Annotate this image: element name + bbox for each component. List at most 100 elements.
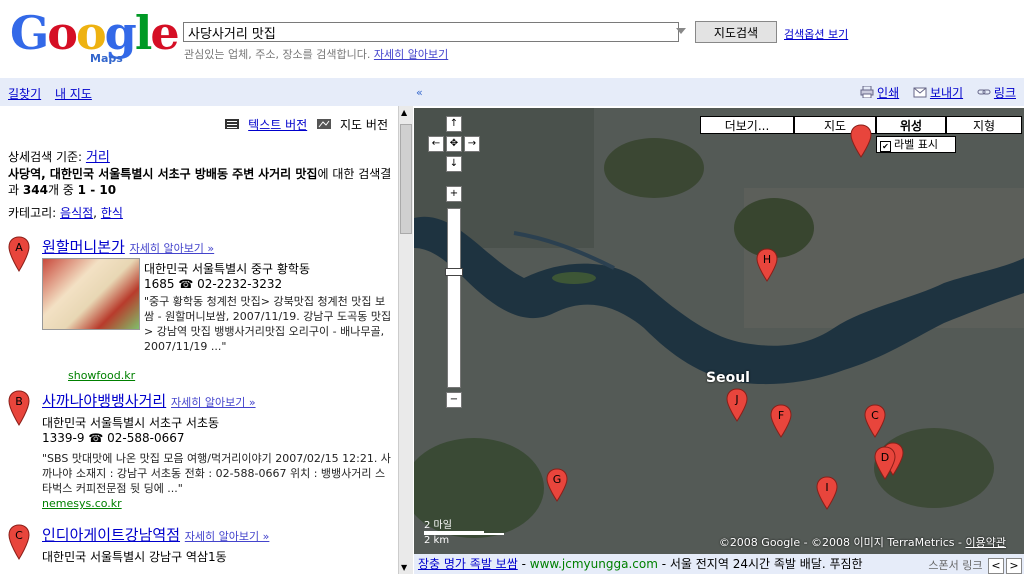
result-address: 대한민국 서울특별시 중구 황학동 [144, 262, 311, 276]
google-maps-logo[interactable]: Google Maps [10, 6, 180, 68]
result-photo[interactable] [42, 258, 140, 330]
map-thumbnail-icon [317, 119, 332, 129]
result-title-link[interactable]: 사까나야뱅뱅사거리 [42, 392, 166, 410]
show-labels-checkbox[interactable]: ✔ 라벨 표시 [876, 136, 956, 153]
result-title: 원할머니본가 자세히 알아보기 » [42, 236, 214, 257]
my-maps-link[interactable]: 내 지도 [55, 87, 92, 101]
result-url[interactable]: nemesys.co.kr [42, 497, 122, 510]
result-address: 대한민국 서울특별시 강남구 역삼1동 [42, 550, 227, 564]
result-url[interactable]: showfood.kr [68, 369, 135, 382]
text-version-button[interactable]: 텍스트 버전 [225, 118, 307, 132]
result-snippet: "중구 황학동 청계천 맛집> 강북맛집 청계천 맛집 보쌈 - 원할머니보쌈,… [144, 295, 392, 353]
map-type-satellite-button[interactable]: 위성 [876, 116, 946, 134]
marker-c-icon[interactable]: C [8, 524, 30, 560]
phone-icon: ☎ [88, 431, 104, 445]
pan-center-icon[interactable]: ✥ [446, 136, 462, 152]
envelope-icon [913, 87, 927, 98]
svg-text:J: J [734, 393, 738, 406]
result-item-a: A 원할머니본가 자세히 알아보기 » 대한민국 서울특별시 중구 황학동 16… [8, 236, 392, 386]
terms-link[interactable]: 이용약관 [966, 536, 1006, 549]
result-phone: 1339-9 ☎ 02-588-0667 [42, 431, 185, 445]
refine-distance-link[interactable]: 거리 [86, 150, 110, 165]
list-icon [225, 119, 240, 129]
logo-wordmark: Google [10, 6, 180, 60]
category-filter: 카테고리: 음식점, 한식 [8, 206, 123, 220]
result-title: 사까나야뱅뱅사거리 자세히 알아보기 » [42, 390, 256, 411]
map-pin-i[interactable]: I [816, 476, 838, 510]
printer-icon [860, 86, 874, 98]
map-view[interactable]: 더보기... 지도 위성 지형 ✔ 라벨 표시 ↑ ← ✥ → ↓ + − H J… [414, 108, 1024, 554]
map-type-terrain-button[interactable]: 지형 [946, 116, 1022, 134]
result-item-c: C 인디아게이트강남역점 자세히 알아보기 » 대한민국 서울특별시 강남구 역… [8, 524, 392, 574]
map-pin-h[interactable]: H [756, 248, 778, 282]
map-version-button[interactable]: 지도 버전 [317, 118, 388, 132]
search-input[interactable] [183, 22, 679, 42]
learn-more-link[interactable]: 자세히 알아보기 [374, 48, 448, 61]
svg-text:I: I [825, 481, 828, 494]
ad-controls: 스폰서 링크 < > [928, 556, 1022, 574]
pan-left-icon[interactable]: ← [428, 136, 444, 152]
category-korean-link[interactable]: 한식 [101, 206, 123, 220]
svg-text:A: A [15, 241, 23, 254]
result-title: 인디아게이트강남역점 자세히 알아보기 » [42, 524, 269, 545]
results-panel: 텍스트 버전 지도 버전 상세검색 기준: 거리 사당역, 대한민국 서울특별시… [0, 108, 398, 574]
ad-title-link[interactable]: 장충 명가 족발 보쌈 [418, 557, 518, 571]
pan-right-icon[interactable]: → [464, 136, 480, 152]
svg-text:G: G [553, 473, 562, 486]
nav-bar: 길찾기 내 지도 « 인쇄 보내기 링크 [0, 78, 1024, 106]
result-more-link[interactable]: 자세히 알아보기 » [130, 242, 215, 255]
map-pin-f[interactable]: F [770, 404, 792, 438]
map-pin-partial[interactable] [850, 124, 872, 158]
more-layers-button[interactable]: 더보기... [700, 116, 794, 134]
result-item-b: B 사까나야뱅뱅사거리 자세히 알아보기 » 대한민국 서울특별시 서초구 서초… [8, 390, 392, 520]
map-pin-g[interactable]: G [546, 468, 568, 502]
collapse-panel-icon[interactable]: « [416, 86, 430, 100]
scroll-up-icon[interactable]: ▲ [401, 108, 407, 117]
dropdown-arrow-icon[interactable] [674, 24, 688, 38]
zoom-slider-thumb[interactable] [445, 268, 463, 276]
zoom-slider-track[interactable] [447, 208, 461, 388]
results-scrollbar[interactable]: ▲ ▼ [398, 106, 413, 574]
svg-text:C: C [871, 409, 879, 422]
zoom-in-icon[interactable]: + [446, 186, 462, 202]
search-options-link[interactable]: 검색옵션 보기 [784, 26, 848, 42]
ad-prev-icon[interactable]: < [988, 558, 1004, 574]
link-button[interactable]: 링크 [977, 86, 1016, 100]
svg-text:D: D [881, 451, 889, 464]
svg-text:C: C [15, 529, 23, 542]
svg-text:F: F [778, 409, 784, 422]
map-pin-d[interactable]: D [874, 446, 896, 480]
ad-next-icon[interactable]: > [1006, 558, 1022, 574]
result-more-link[interactable]: 자세히 알아보기 » [185, 530, 270, 543]
map-pin-j[interactable]: J [726, 388, 748, 422]
result-title-link[interactable]: 원할머니본가 [42, 238, 125, 256]
results-summary: 사당역, 대한민국 서울특별시 서초구 방배동 주변 사거리 맛집에 대한 검색… [8, 167, 392, 197]
print-button[interactable]: 인쇄 [860, 86, 903, 100]
zoom-out-icon[interactable]: − [446, 392, 462, 408]
result-snippet: "SBS 맛대맛에 나온 맛집 모음 여행/먹거리이야기 2007/02/15 … [42, 452, 391, 495]
scroll-down-icon[interactable]: ▼ [401, 563, 407, 572]
city-label: Seoul [706, 370, 750, 386]
map-search-button[interactable]: 지도검색 [695, 21, 777, 43]
map-scale: 2 마일 2 km [424, 516, 504, 546]
pan-down-icon[interactable]: ↓ [446, 156, 462, 172]
scrollbar-thumb[interactable] [400, 124, 412, 234]
ad-description: - 서울 전지역 24시간 족발 배달. 푸짐한 [661, 557, 863, 571]
pan-up-icon[interactable]: ↑ [446, 116, 462, 132]
result-phone: 1685 ☎ 02-2232-3232 [144, 277, 283, 291]
result-title-link[interactable]: 인디아게이트강남역점 [42, 526, 180, 544]
phone-icon: ☎ [178, 277, 194, 291]
category-restaurant-link[interactable]: 음식점 [60, 206, 93, 220]
marker-b-icon[interactable]: B [8, 390, 30, 426]
svg-text:B: B [15, 395, 23, 408]
marker-a-icon[interactable]: A [8, 236, 30, 272]
result-more-link[interactable]: 자세히 알아보기 » [171, 396, 256, 409]
directions-link[interactable]: 길찾기 [8, 87, 41, 101]
checkmark-icon: ✔ [880, 141, 891, 152]
svg-text:H: H [763, 253, 771, 266]
sponsored-ad-bar: 장충 명가 족발 보쌈 - www.jcmyungga.com - 서울 전지역… [414, 554, 1024, 574]
send-button[interactable]: 보내기 [913, 86, 967, 100]
map-pin-c[interactable]: C [864, 404, 886, 438]
chain-link-icon [977, 89, 991, 95]
ad-url[interactable]: www.jcmyungga.com [530, 557, 658, 571]
